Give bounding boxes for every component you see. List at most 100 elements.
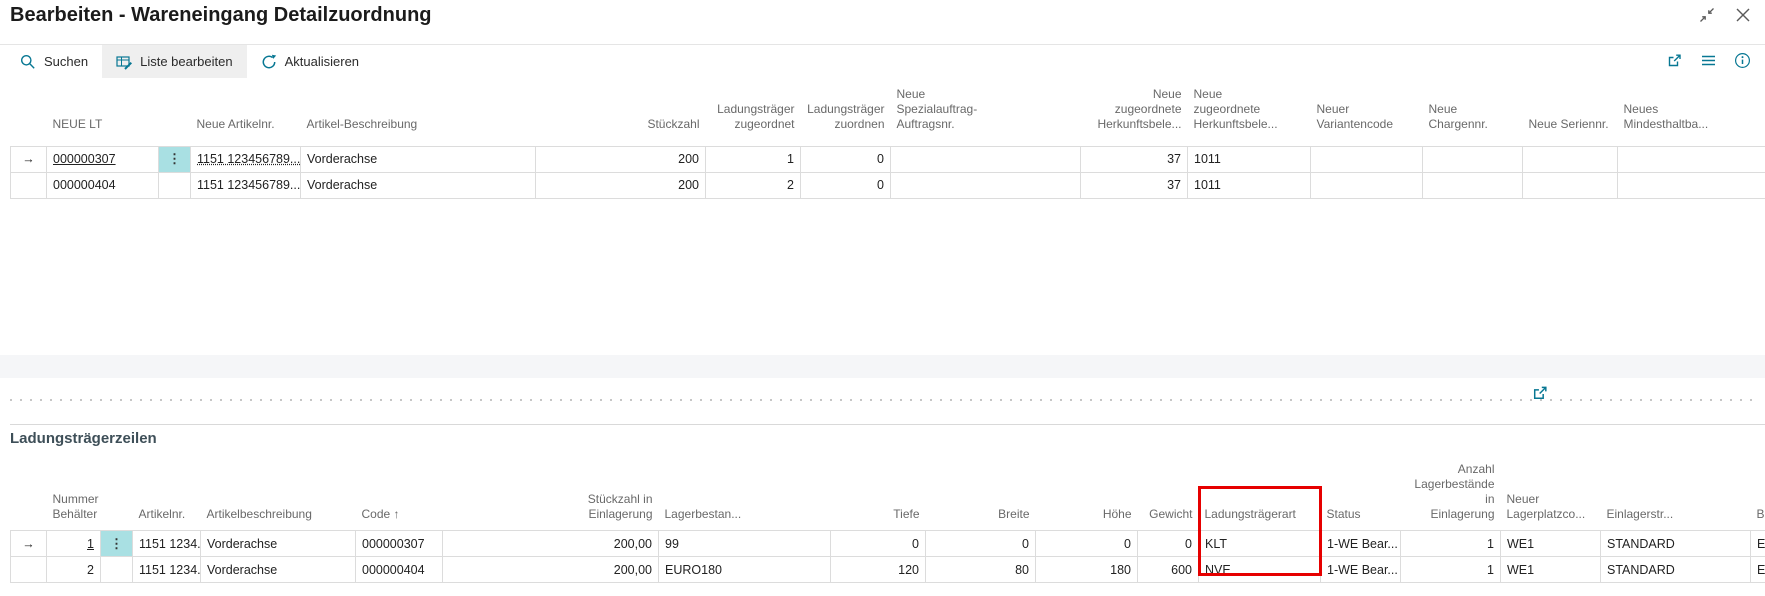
row-options-cell[interactable] [101, 557, 133, 583]
cell-artikelbeschreibung[interactable]: Vorderachse [201, 557, 356, 583]
cell-artikelnr[interactable]: 1151 1234... [133, 557, 201, 583]
column-header-ladungstraeger-zuordnen[interactable]: Ladungsträger zuordnen [801, 80, 891, 146]
cell-lagerplatzcode[interactable]: WE1 [1501, 531, 1601, 557]
column-header-lagerplatzcode[interactable]: Neuer Lagerplatzco... [1501, 462, 1601, 531]
cell-stueckzahl[interactable]: 200 [536, 146, 706, 172]
cell-mindesthaltbarkeit[interactable] [1618, 146, 1765, 172]
list-view-icon[interactable] [1700, 52, 1717, 69]
cell-lagerbestand[interactable]: 99 [659, 531, 831, 557]
column-header-breite[interactable]: Breite [926, 462, 1036, 531]
cell-b-cut[interactable]: E [1751, 531, 1765, 557]
cell-zugeordnet[interactable]: 2 [706, 172, 801, 198]
column-header-neue-lt[interactable]: NEUE LT [47, 80, 159, 146]
cell-anzahl[interactable]: 1 [1401, 557, 1501, 583]
horizontal-scrollbar[interactable] [0, 355, 1765, 378]
cell-nummer[interactable]: 1 [47, 531, 101, 557]
search-button[interactable]: Suchen [6, 45, 102, 78]
column-header-neue-artikelnr[interactable]: Neue Artikelnr. [191, 80, 301, 146]
cell-code[interactable]: 000000307 [356, 531, 443, 557]
row-options-cell[interactable]: ⋮ [159, 146, 191, 172]
cell-zuordnen[interactable]: 0 [801, 172, 891, 198]
cell-tiefe[interactable]: 120 [831, 557, 926, 583]
artikelnr-link[interactable]: 1151 123456789... [197, 152, 300, 166]
cell-stueckzahl-einlagerung[interactable]: 200,00 [443, 557, 659, 583]
cell-herkunft-1[interactable]: 37 [1081, 172, 1188, 198]
cell-spezialauftrag[interactable] [891, 172, 1081, 198]
column-header-ladungstraeger-zugeordnet[interactable]: Ladungsträger zugeordnet [706, 80, 801, 146]
cell-artikelnr[interactable]: 1151 1234... [133, 531, 201, 557]
column-header-hoehe[interactable]: Höhe [1036, 462, 1138, 531]
column-header-chargennr[interactable]: Neue Chargennr. [1423, 80, 1523, 146]
column-header-status[interactable]: Status [1321, 462, 1401, 531]
cell-seriennr[interactable] [1523, 172, 1618, 198]
cell-beschreibung[interactable]: Vorderachse [301, 146, 536, 172]
cell-gewicht[interactable]: 600 [1138, 557, 1199, 583]
column-header-nummer-behaelter[interactable]: Nummer Behälter [47, 462, 101, 531]
cell-chargennr[interactable] [1423, 146, 1523, 172]
part-share-icon[interactable] [1531, 384, 1549, 402]
cell-hoehe[interactable]: 0 [1036, 531, 1138, 557]
row-options-cell[interactable]: ⋮ [101, 531, 133, 557]
edit-list-button[interactable]: Liste bearbeiten [102, 45, 247, 78]
neue-lt-link[interactable]: 000000307 [53, 152, 116, 166]
cell-neue-lt[interactable]: 000000404 [47, 172, 159, 198]
column-header-artikel-beschreibung[interactable]: Artikel-Beschreibung [301, 80, 536, 146]
column-header-artikelnr[interactable]: Artikelnr. [133, 462, 201, 531]
cell-anzahl[interactable]: 1 [1401, 531, 1501, 557]
column-header-anzahl-lagerbestaende[interactable]: Anzahl Lagerbestände in Einlagerung [1401, 462, 1501, 531]
cell-herkunft-2[interactable]: 1011 [1188, 172, 1311, 198]
column-header-stueckzahl-einlagerung[interactable]: Stückzahl in Einlagerung [443, 462, 659, 531]
cell-mindesthaltbarkeit[interactable] [1618, 172, 1765, 198]
close-icon[interactable] [1733, 5, 1753, 25]
cell-status[interactable]: 1-WE Bear... [1321, 557, 1401, 583]
column-header-b-cut[interactable]: B [1751, 462, 1765, 531]
column-header-gewicht[interactable]: Gewicht [1138, 462, 1199, 531]
cell-artikelnr[interactable]: 1151 123456789... [191, 146, 301, 172]
column-header-code-sorted[interactable]: Code ↑ [356, 462, 443, 531]
cell-beschreibung[interactable]: Vorderachse [301, 172, 536, 198]
collapse-window-icon[interactable] [1697, 5, 1717, 25]
info-icon[interactable] [1734, 52, 1751, 69]
cell-ladungstraegerart[interactable]: KLT [1199, 531, 1321, 557]
cell-variantencode[interactable] [1311, 146, 1423, 172]
share-icon[interactable] [1666, 52, 1683, 69]
refresh-button[interactable]: Aktualisieren [247, 45, 373, 78]
column-header-lagerbestand[interactable]: Lagerbestan... [659, 462, 831, 531]
cell-seriennr[interactable] [1523, 146, 1618, 172]
cell-tiefe[interactable]: 0 [831, 531, 926, 557]
column-header-herkunftsbeleg-1[interactable]: Neue zugeordnete Herkunftsbele... [1081, 80, 1188, 146]
cell-spezialauftrag[interactable] [891, 146, 1081, 172]
cell-herkunft-2[interactable]: 1011 [1188, 146, 1311, 172]
column-header-spezialauftrag[interactable]: Neue Spezialauftrag- Auftragsnr. [891, 80, 1081, 146]
column-header-artikelbeschreibung[interactable]: Artikelbeschreibung [201, 462, 356, 531]
cell-gewicht[interactable]: 0 [1138, 531, 1199, 557]
cell-hoehe[interactable]: 180 [1036, 557, 1138, 583]
nummer-link[interactable]: 1 [87, 537, 94, 551]
cell-b-cut[interactable]: E [1751, 557, 1765, 583]
cell-nummer[interactable]: 2 [47, 557, 101, 583]
cell-status[interactable]: 1-WE Bear... [1321, 531, 1401, 557]
column-header-stueckzahl[interactable]: Stückzahl [536, 80, 706, 146]
cell-breite[interactable]: 80 [926, 557, 1036, 583]
cell-artikelnr[interactable]: 1151 123456789... [191, 172, 301, 198]
cell-breite[interactable]: 0 [926, 531, 1036, 557]
cell-artikelbeschreibung[interactable]: Vorderachse [201, 531, 356, 557]
column-header-variantencode[interactable]: Neuer Variantencode [1311, 80, 1423, 146]
column-header-herkunftsbeleg-2[interactable]: Neue zugeordnete Herkunftsbele... [1188, 80, 1311, 146]
row-options-cell[interactable] [159, 172, 191, 198]
cell-einlagerstrategie[interactable]: STANDARD [1601, 557, 1751, 583]
cell-code[interactable]: 000000404 [356, 557, 443, 583]
cell-stueckzahl-einlagerung[interactable]: 200,00 [443, 531, 659, 557]
cell-zugeordnet[interactable]: 1 [706, 146, 801, 172]
column-header-tiefe[interactable]: Tiefe [831, 462, 926, 531]
cell-stueckzahl[interactable]: 200 [536, 172, 706, 198]
cell-variantencode[interactable] [1311, 172, 1423, 198]
cell-lagerbestand[interactable]: EURO180 [659, 557, 831, 583]
column-header-einlagerstrategie[interactable]: Einlagerstr... [1601, 462, 1751, 531]
cell-ladungstraegerart[interactable]: NVE [1199, 557, 1321, 583]
cell-herkunft-1[interactable]: 37 [1081, 146, 1188, 172]
cell-chargennr[interactable] [1423, 172, 1523, 198]
cell-einlagerstrategie[interactable]: STANDARD [1601, 531, 1751, 557]
column-header-ladungstraegerart[interactable]: Ladungsträgerart [1199, 462, 1321, 531]
column-header-mindesthaltbarkeit[interactable]: Neues Mindesthaltba... [1618, 80, 1765, 146]
